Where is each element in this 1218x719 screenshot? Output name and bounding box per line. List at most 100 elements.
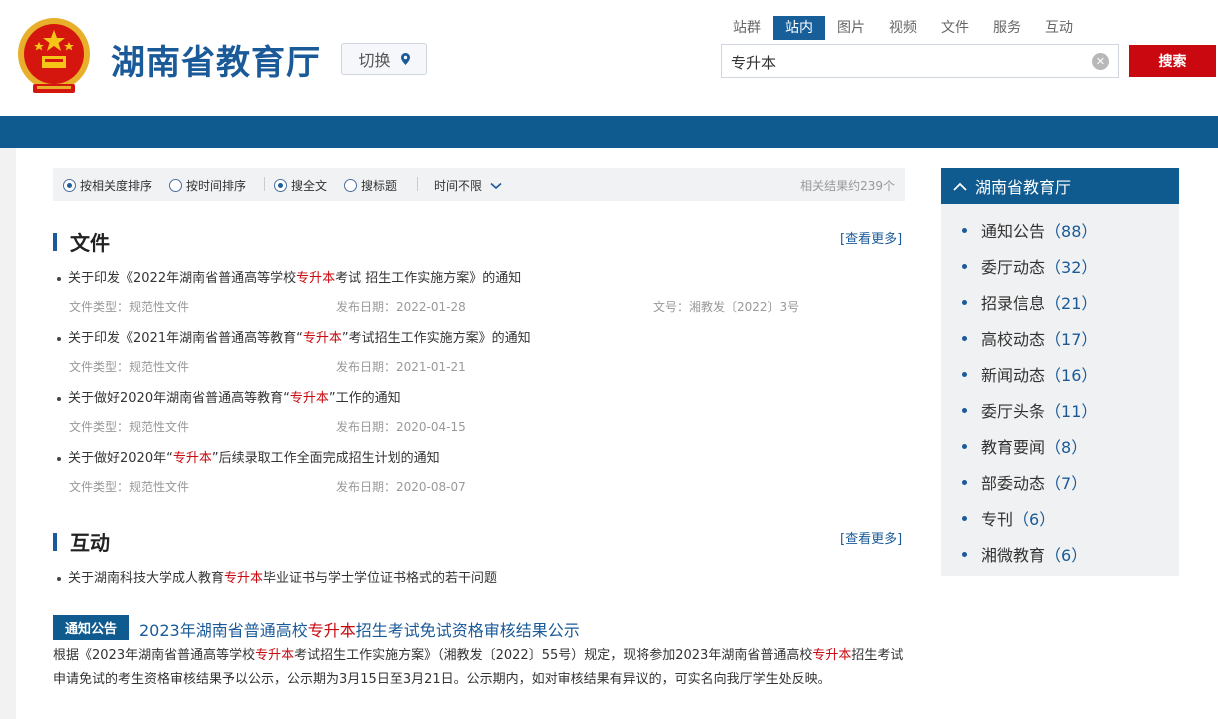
- files-more-link[interactable]: [查看更多]: [840, 228, 902, 247]
- category-badge: 通知公告: [53, 615, 129, 640]
- sidebar-item-label: 新闻动态: [981, 366, 1046, 385]
- sort-relevance-option[interactable]: 按相关度排序: [63, 177, 152, 194]
- tab-in-site[interactable]: 站内: [773, 16, 825, 40]
- sidebar-item-label: 高校动态: [981, 330, 1046, 349]
- search-box: ✕: [721, 44, 1119, 78]
- switch-label: 切换: [358, 51, 391, 70]
- interaction-result-link[interactable]: 关于湖南科技大学成人教育专升本毕业证书与学士学位证书格式的若干问题: [57, 567, 497, 586]
- sidebar-item-count: （8）: [1045, 438, 1088, 457]
- tab-interaction[interactable]: 互动: [1033, 16, 1085, 40]
- document-number: 文号：湘教发〔2022〕3号: [653, 300, 800, 314]
- nav-band: [0, 116, 1218, 148]
- publish-date: 发布日期：2020-08-07: [336, 480, 466, 494]
- bullet-icon: [962, 407, 967, 413]
- bullet-icon: [57, 576, 61, 581]
- keyword-highlight: 专升本: [224, 571, 264, 586]
- tab-site-group[interactable]: 站群: [721, 16, 773, 40]
- radio-unchecked-icon[interactable]: [344, 179, 357, 192]
- interaction-more-link[interactable]: [查看更多]: [840, 528, 902, 547]
- file-result-link[interactable]: 关于做好2020年湖南省普通高等教育“专升本”工作的通知: [57, 387, 401, 406]
- title-text: 关于做好2020年“: [68, 451, 173, 466]
- sidebar-item-dept-news[interactable]: 委厅动态 （32）: [962, 254, 1097, 278]
- sidebar-item-label: 部委动态: [981, 474, 1046, 493]
- sidebar-item-label: 委厅动态: [981, 258, 1046, 277]
- search-title-option[interactable]: 搜标题: [344, 177, 397, 194]
- radio-unchecked-icon[interactable]: [169, 179, 182, 192]
- title-text: 毕业证书与学士学位证书格式的若干问题: [263, 571, 498, 586]
- search-title-label: 搜标题: [361, 179, 398, 193]
- sidebar-item-admission[interactable]: 招录信息 （21）: [962, 290, 1097, 314]
- sort-time-label: 按时间排序: [186, 179, 247, 193]
- clear-search-icon[interactable]: ✕: [1092, 53, 1109, 70]
- search-button[interactable]: 搜索: [1129, 45, 1216, 77]
- section-header-files: 文件: [53, 227, 110, 256]
- publish-date: 发布日期：2021-01-21: [336, 360, 466, 374]
- publish-date: 发布日期：2020-04-15: [336, 420, 466, 434]
- sidebar-item-special-issue[interactable]: 专刊 （6）: [962, 506, 1055, 530]
- sidebar-item-count: （11）: [1045, 402, 1098, 421]
- radio-checked-icon[interactable]: [63, 179, 76, 192]
- tab-images[interactable]: 图片: [825, 16, 877, 40]
- sidebar-item-ministry-news[interactable]: 部委动态 （7）: [962, 470, 1087, 494]
- sidebar-item-label: 通知公告: [981, 222, 1046, 241]
- keyword-highlight: 专升本: [255, 648, 295, 663]
- bullet-icon: [57, 336, 61, 341]
- sidebar-item-count: （88）: [1045, 222, 1098, 241]
- sidebar-item-label: 委厅头条: [981, 402, 1046, 421]
- bullet-icon: [962, 371, 967, 377]
- sidebar-item-count: （6）: [1045, 546, 1088, 565]
- title-text: 关于湖南科技大学成人教育: [68, 571, 225, 586]
- sidebar-header[interactable]: 湖南省教育厅: [941, 168, 1179, 204]
- bullet-icon: [962, 227, 967, 233]
- sidebar-item-label: 湘微教育: [981, 546, 1046, 565]
- keyword-highlight: 专升本: [302, 331, 342, 346]
- radio-checked-icon[interactable]: [274, 179, 287, 192]
- file-type: 文件类型：规范性文件: [69, 480, 190, 494]
- section-header-interaction: 互动: [53, 527, 110, 556]
- section-marker: [53, 532, 57, 551]
- notice-summary: 根据《2023年湖南省普通高等学校专升本考试招生工作实施方案》（湘教发〔2022…: [53, 644, 905, 692]
- title-text: ”考试招生工作实施方案》的通知: [341, 331, 531, 346]
- file-result-link[interactable]: 关于做好2020年“专升本”后续录取工作全面完成招生计划的通知: [57, 447, 440, 466]
- sidebar-item-label: 教育要闻: [981, 438, 1046, 457]
- sidebar-item-college-news[interactable]: 高校动态 （17）: [962, 326, 1097, 350]
- sidebar-item-label: 专刊: [981, 510, 1014, 529]
- sidebar-item-notices[interactable]: 通知公告 （88）: [962, 218, 1097, 242]
- sort-time-option[interactable]: 按时间排序: [169, 177, 246, 194]
- sidebar-item-count: （7）: [1045, 474, 1088, 493]
- file-type: 文件类型：规范性文件: [69, 360, 190, 374]
- bullet-icon: [57, 276, 61, 281]
- sidebar-item-label: 招录信息: [981, 294, 1046, 313]
- title-text: 2023年湖南省普通高校: [139, 621, 308, 640]
- keyword-highlight: 专升本: [296, 271, 336, 286]
- result-count: 相关结果约239个: [800, 179, 895, 193]
- title-text: 关于印发《2022年湖南省普通高等学校: [68, 271, 297, 286]
- bullet-icon: [57, 396, 61, 401]
- time-limit-dropdown[interactable]: 时间不限: [434, 177, 502, 194]
- file-result-link[interactable]: 关于印发《2022年湖南省普通高等学校专升本考试 招生工作实施方案》的通知: [57, 267, 521, 286]
- bullet-icon: [962, 479, 967, 485]
- switch-site-button[interactable]: 切换: [341, 43, 427, 75]
- sidebar-item-education-news[interactable]: 教育要闻 （8）: [962, 434, 1087, 458]
- file-result-link[interactable]: 关于印发《2021年湖南省普通高等教育“专升本”考试招生工作实施方案》的通知: [57, 327, 531, 346]
- bullet-icon: [962, 335, 967, 341]
- section-marker: [53, 232, 57, 251]
- site-title[interactable]: 湖南省教育厅: [111, 35, 321, 84]
- keyword-highlight: 专升本: [172, 451, 212, 466]
- sidebar-item-micro-education[interactable]: 湘微教育 （6）: [962, 542, 1087, 566]
- search-full-option[interactable]: 搜全文: [274, 177, 327, 194]
- filter-bar: 按相关度排序 按时间排序 搜全文 搜标题 时间不限 相关结果约239个: [53, 168, 905, 201]
- search-input[interactable]: [731, 51, 1081, 73]
- chevron-up-icon: [953, 182, 967, 191]
- tab-videos[interactable]: 视频: [877, 16, 929, 40]
- national-emblem-icon[interactable]: [15, 14, 93, 98]
- tab-files[interactable]: 文件: [929, 16, 981, 40]
- title-text: 关于做好2020年湖南省普通高等教育“: [68, 391, 290, 406]
- tab-services[interactable]: 服务: [981, 16, 1033, 40]
- sidebar-item-news[interactable]: 新闻动态 （16）: [962, 362, 1097, 386]
- bullet-icon: [962, 299, 967, 305]
- sidebar-item-headlines[interactable]: 委厅头条 （11）: [962, 398, 1097, 422]
- notice-title-link[interactable]: 2023年湖南省普通高校专升本招生考试免试资格审核结果公示: [139, 617, 580, 641]
- title-text: 考试 招生工作实施方案》的通知: [335, 271, 522, 286]
- bullet-icon: [962, 263, 967, 269]
